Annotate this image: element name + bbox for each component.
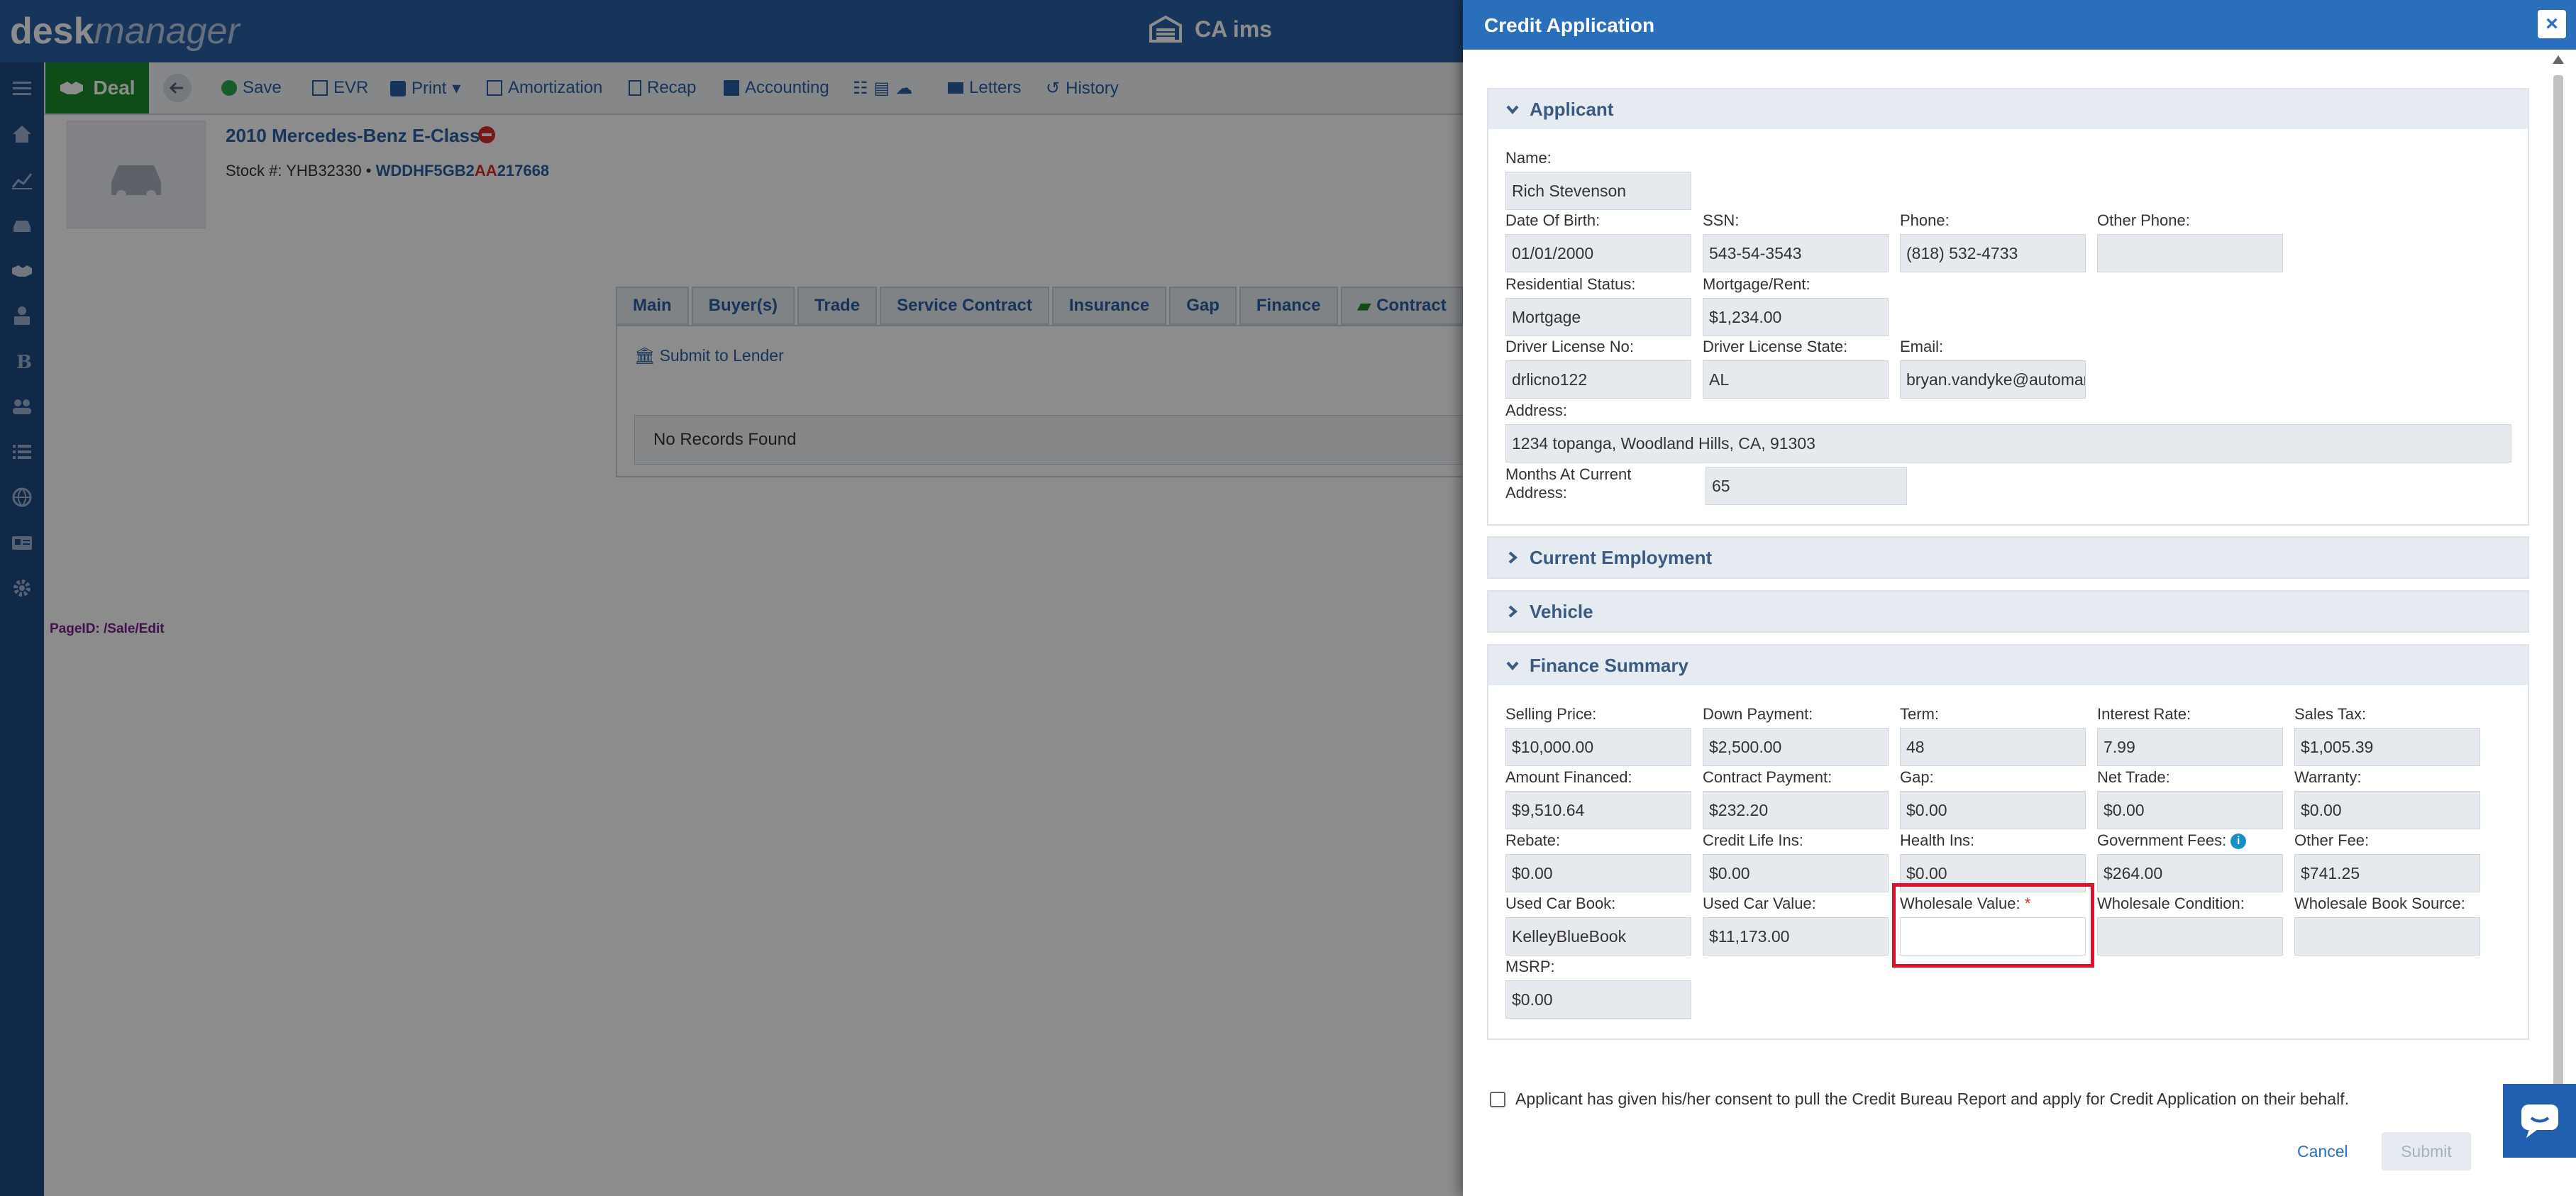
down-payment-label: Down Payment: [1703,705,1813,723]
finance-summary-header[interactable]: Finance Summary [1488,646,2528,685]
months-at-address-label: Months At Current Address: [1505,465,1632,502]
ssn-field[interactable]: 543-54-3543 [1703,234,1889,272]
address-field[interactable]: 1234 topanga, Woodland Hills, CA, 91303 [1505,424,2511,463]
chevron-right-icon [1508,605,1518,618]
used-car-book-label: Used Car Book: [1505,895,1616,912]
rebate-label: Rebate: [1505,831,1561,849]
chevron-down-icon [1506,661,1519,671]
current-employment-section: Current Employment [1487,536,2529,579]
name-label: Name: [1505,149,1552,167]
other-phone-field[interactable] [2097,234,2283,272]
warranty-label: Warranty: [2294,768,2362,786]
phone-label: Phone: [1900,211,1950,229]
down-payment-field[interactable]: $2,500.00 [1703,728,1889,766]
name-field[interactable]: Rich Stevenson [1505,172,1691,210]
gap-label: Gap: [1900,768,1934,786]
other-fee-label: Other Fee: [2294,831,2370,849]
mortgage-rent-label: Mortgage/Rent: [1703,275,1811,293]
dob-label: Date Of Birth: [1505,211,1601,229]
current-employment-header[interactable]: Current Employment [1488,538,2528,577]
modal-header: Credit Application × [1463,0,2576,50]
ssn-label: SSN: [1703,211,1740,229]
msrp-label: MSRP: [1505,958,1555,975]
contract-payment-field[interactable]: $232.20 [1703,791,1889,829]
mortgage-rent-field[interactable]: $1,234.00 [1703,298,1889,336]
sales-tax-field[interactable]: $1,005.39 [2294,728,2480,766]
scrollbar-thumb[interactable] [2553,75,2563,1097]
info-icon[interactable]: i [2230,834,2247,850]
chevron-down-icon [1506,105,1519,115]
email-label: Email: [1900,338,1944,355]
submit-button[interactable]: Submit [2382,1132,2471,1170]
interest-rate-label: Interest Rate: [2097,705,2191,723]
email-field[interactable]: bryan.vandyke@automar [1900,360,2086,399]
term-field[interactable]: 48 [1900,728,2086,766]
msrp-field[interactable]: $0.00 [1505,980,1691,1019]
other-phone-label: Other Phone: [2097,211,2190,229]
credit-application-modal: Credit Application × Applicant Name: Ric… [1463,0,2576,1196]
vehicle-section: Vehicle [1487,590,2529,633]
applicant-section: Applicant Name: Rich Stevenson Date Of B… [1487,88,2529,526]
amount-financed-label: Amount Financed: [1505,768,1632,786]
chevron-right-icon [1508,551,1518,564]
used-car-value-field[interactable]: $11,173.00 [1703,917,1889,956]
consent-checkbox[interactable] [1490,1091,1505,1107]
dl-number-label: Driver License No: [1505,338,1634,355]
finance-summary-section: Finance Summary Selling Price: $10,000.0… [1487,644,2529,1040]
consent-text: Applicant has given his/her consent to p… [1515,1090,2349,1108]
interest-rate-field[interactable]: 7.99 [2097,728,2283,766]
wholesale-book-source-label: Wholesale Book Source: [2294,895,2465,912]
sales-tax-label: Sales Tax: [2294,705,2367,723]
wholesale-condition-label: Wholesale Condition: [2097,895,2245,912]
dl-number-field[interactable]: drlicno122 [1505,360,1691,399]
government-fees-label: Government Fees: i [2097,831,2247,850]
required-field-highlight [1892,883,2094,968]
amount-financed-field[interactable]: $9,510.64 [1505,791,1691,829]
net-trade-field[interactable]: $0.00 [2097,791,2283,829]
used-car-book-field[interactable]: KelleyBlueBook [1505,917,1691,956]
chat-bubble-icon [2521,1104,2558,1138]
consent-row: Applicant has given his/her consent to p… [1490,1090,2349,1109]
address-label: Address: [1505,402,1567,419]
vehicle-section-header[interactable]: Vehicle [1488,592,2528,631]
contract-payment-label: Contract Payment: [1703,768,1833,786]
residential-status-label: Residential Status: [1505,275,1636,293]
wholesale-book-source-field[interactable] [2294,917,2480,956]
dl-state-label: Driver License State: [1703,338,1848,355]
selling-price-field[interactable]: $10,000.00 [1505,728,1691,766]
credit-life-field[interactable]: $0.00 [1703,854,1889,892]
dob-field[interactable]: 01/01/2000 [1505,234,1691,272]
months-at-address-field[interactable]: 65 [1706,467,1907,505]
cancel-button[interactable]: Cancel [2297,1142,2348,1161]
gap-field[interactable]: $0.00 [1900,791,2086,829]
other-fee-field[interactable]: $741.25 [2294,854,2480,892]
wholesale-condition-field[interactable] [2097,917,2283,956]
credit-life-label: Credit Life Ins: [1703,831,1803,849]
term-label: Term: [1900,705,1939,723]
government-fees-field[interactable]: $264.00 [2097,854,2283,892]
warranty-field[interactable]: $0.00 [2294,791,2480,829]
modal-title: Credit Application [1484,14,1655,36]
selling-price-label: Selling Price: [1505,705,1597,723]
dl-state-field[interactable]: AL [1703,360,1889,399]
applicant-section-header[interactable]: Applicant [1488,89,2528,129]
net-trade-label: Net Trade: [2097,768,2170,786]
residential-status-field[interactable]: Mortgage [1505,298,1691,336]
health-ins-label: Health Ins: [1900,831,1975,849]
scroll-up-icon[interactable] [2553,55,2564,64]
modal-backdrop[interactable] [0,0,1463,1196]
close-icon[interactable]: × [2538,10,2566,38]
rebate-field[interactable]: $0.00 [1505,854,1691,892]
used-car-value-label: Used Car Value: [1703,895,1816,912]
phone-field[interactable]: (818) 532-4733 [1900,234,2086,272]
modal-scrollbar[interactable] [2550,52,2566,1114]
chat-widget-button[interactable] [2503,1084,2576,1158]
